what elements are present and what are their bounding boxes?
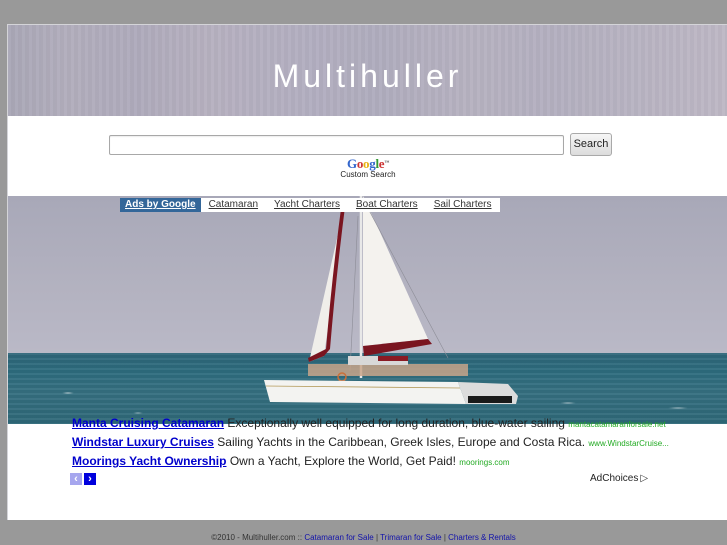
search-button[interactable]: Search xyxy=(570,133,612,156)
search-input[interactable] xyxy=(109,135,564,155)
ad-title-link[interactable]: Moorings Yacht Ownership xyxy=(72,454,226,468)
hull xyxy=(264,380,466,404)
main-sail xyxy=(363,196,428,346)
bimini xyxy=(378,356,408,361)
google-custom-search-branding: Google™ Custom Search xyxy=(318,157,418,179)
footer: ©2010 - Multihuller.com :: Catamaran for… xyxy=(0,533,727,542)
chevron-left-icon[interactable]: ‹ xyxy=(70,473,82,485)
footer-link-catamaran-for-sale[interactable]: Catamaran for Sale xyxy=(304,533,373,542)
ad-description: Own a Yacht, Explore the World, Get Paid… xyxy=(229,454,456,468)
stern-shadow xyxy=(468,396,512,403)
separator: | xyxy=(443,533,446,542)
ad-title-link[interactable]: Manta Cruising Catamaran xyxy=(72,416,224,430)
shroud xyxy=(349,215,359,372)
footer-link-charters-rentals[interactable]: Charters & Rentals xyxy=(448,533,516,542)
logo-letter: G xyxy=(347,156,357,171)
google-logo-icon: Google™ xyxy=(318,157,418,170)
site-header: Multihuller xyxy=(8,25,727,116)
ad-title-link[interactable]: Windstar Luxury Cruises xyxy=(72,435,214,449)
text-ads: Manta Cruising Catamaran Exceptionally w… xyxy=(72,414,712,471)
chevron-right-icon[interactable]: › xyxy=(84,473,96,485)
adchoices-label: AdChoices xyxy=(590,473,639,484)
ad-url-link[interactable]: moorings.com xyxy=(459,458,509,467)
separator: | xyxy=(375,533,379,542)
ad-item: Moorings Yacht Ownership Own a Yacht, Ex… xyxy=(72,452,712,471)
ad-link-boat-charters[interactable]: Boat Charters xyxy=(348,198,426,212)
search-form: Search Google™ Custom Search xyxy=(8,116,727,196)
trademark: ™ xyxy=(384,161,389,166)
ad-link-catamaran[interactable]: Catamaran xyxy=(201,198,266,212)
adchoices-icon: ▷ xyxy=(640,473,649,484)
catamaran-photo xyxy=(8,196,727,424)
custom-search-label: Custom Search xyxy=(340,170,396,179)
ad-link-units: Ads by Google Catamaran Yacht Charters B… xyxy=(120,198,500,212)
ad-description: Exceptionally well equipped for long dur… xyxy=(227,416,565,430)
copyright-text: ©2010 - Multihuller.com :: xyxy=(211,533,303,542)
ads-by-google-link[interactable]: Ads by Google xyxy=(120,198,201,212)
ad-url-link[interactable]: mantacatamaranforsale.net xyxy=(568,420,665,429)
ad-pagination: ‹ › xyxy=(70,473,96,485)
ad-url-link[interactable]: www.WindstarCruise... xyxy=(588,439,668,448)
site-title: Multihuller xyxy=(272,58,463,94)
ad-item: Windstar Luxury Cruises Sailing Yachts i… xyxy=(72,433,712,452)
passengers xyxy=(308,364,468,376)
adchoices-link[interactable]: AdChoices ▷ xyxy=(590,473,648,484)
ad-item: Manta Cruising Catamaran Exceptionally w… xyxy=(72,414,712,433)
footer-link-trimaran-for-sale[interactable]: Trimaran for Sale xyxy=(380,533,442,542)
ad-link-sail-charters[interactable]: Sail Charters xyxy=(426,198,500,212)
catamaran-image xyxy=(264,196,518,404)
ad-link-yacht-charters[interactable]: Yacht Charters xyxy=(266,198,348,212)
ad-description: Sailing Yachts in the Caribbean, Greek I… xyxy=(217,435,586,449)
jib-leech xyxy=(308,199,346,362)
